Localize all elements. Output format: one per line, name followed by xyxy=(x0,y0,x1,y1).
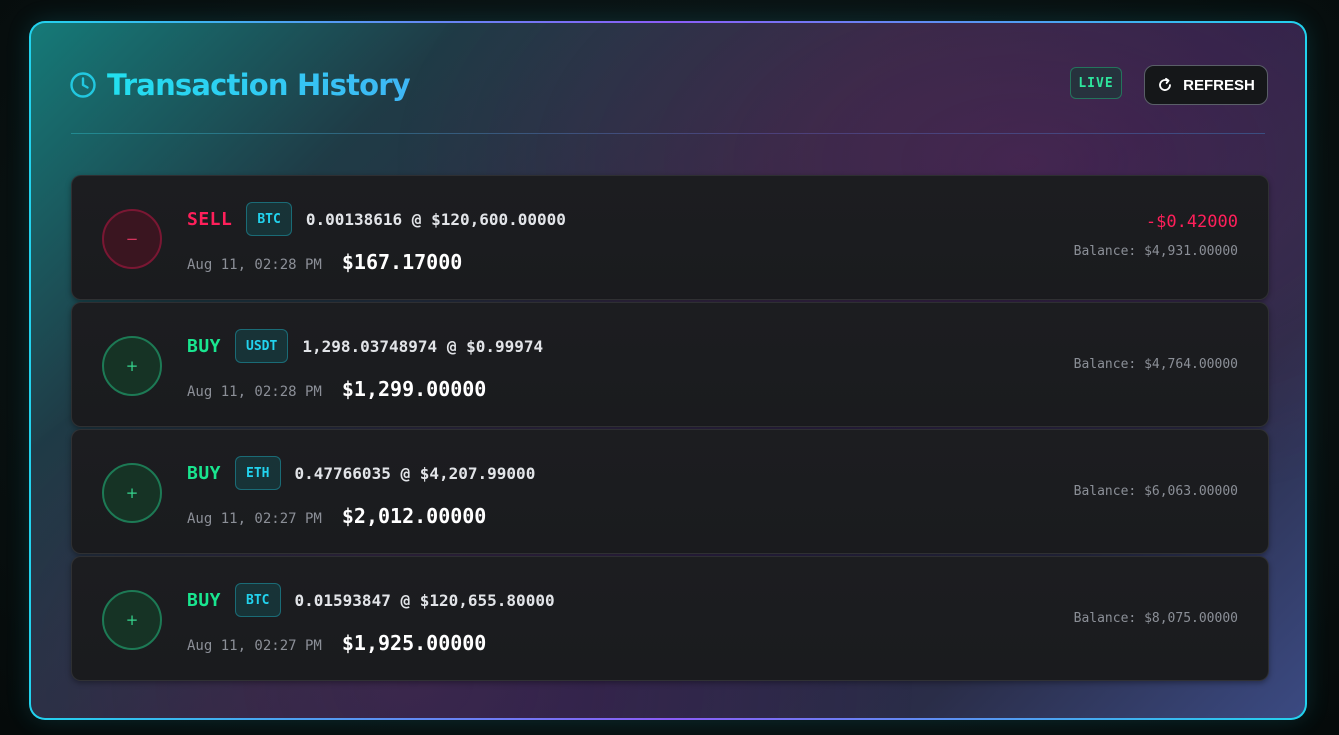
live-status-badge: LIVE xyxy=(1070,67,1122,99)
transaction-total: $167.17000 xyxy=(341,250,463,274)
transaction-time: Aug 11, 02:27 PM xyxy=(187,511,322,527)
minus-icon: − xyxy=(102,209,162,269)
transaction-list: − SELL BTC 0.00138616 @ $120,600.00000 A… xyxy=(71,175,1269,683)
asset-badge: BTC xyxy=(235,583,281,617)
clock-icon xyxy=(70,72,96,98)
title-group: Transaction History xyxy=(69,65,411,105)
panel-header: Transaction History LIVE REFRESH xyxy=(69,65,1268,105)
transaction-row[interactable]: + BUY ETH 0.47766035 @ $4,207.99000 Aug … xyxy=(71,429,1269,554)
plus-icon: + xyxy=(102,336,162,396)
transaction-side: SELL xyxy=(187,208,233,230)
transaction-row[interactable]: − SELL BTC 0.00138616 @ $120,600.00000 A… xyxy=(71,175,1269,300)
quantity-price: 1,298.03748974 @ $0.99974 xyxy=(302,336,544,356)
transaction-history-panel: Transaction History LIVE REFRESH − SELL … xyxy=(29,21,1307,720)
transaction-side: BUY xyxy=(187,335,222,357)
transaction-total: $1,925.00000 xyxy=(341,631,487,655)
quantity-price: 0.01593847 @ $120,655.80000 xyxy=(294,590,555,610)
transaction-total: $2,012.00000 xyxy=(341,504,487,528)
transaction-row[interactable]: + BUY USDT 1,298.03748974 @ $0.99974 Aug… xyxy=(71,302,1269,427)
transaction-row[interactable]: + BUY BTC 0.01593847 @ $120,655.80000 Au… xyxy=(71,556,1269,681)
plus-icon: + xyxy=(102,590,162,650)
plus-icon: + xyxy=(102,463,162,523)
transaction-side: BUY xyxy=(187,462,222,484)
header-divider xyxy=(71,133,1265,134)
asset-badge: ETH xyxy=(235,456,281,490)
balance-value: Balance: $8,075.00000 xyxy=(1073,611,1238,626)
balance-value: Balance: $4,764.00000 xyxy=(1073,357,1238,372)
transaction-time: Aug 11, 02:27 PM xyxy=(187,638,322,654)
refresh-icon xyxy=(1159,77,1172,91)
balance-value: Balance: $4,931.00000 xyxy=(1073,244,1238,259)
refresh-button-label: REFRESH xyxy=(1183,76,1255,94)
transaction-side: BUY xyxy=(187,589,222,611)
asset-badge: BTC xyxy=(246,202,292,236)
transaction-time: Aug 11, 02:28 PM xyxy=(187,257,322,273)
balance-value: Balance: $6,063.00000 xyxy=(1073,484,1238,499)
transaction-total: $1,299.00000 xyxy=(341,377,487,401)
quantity-price: 0.00138616 @ $120,600.00000 xyxy=(305,209,566,229)
refresh-button[interactable]: REFRESH xyxy=(1144,65,1268,105)
page-title: Transaction History xyxy=(107,68,411,102)
asset-badge: USDT xyxy=(235,329,289,363)
transaction-time: Aug 11, 02:28 PM xyxy=(187,384,322,400)
balance-change: -$0.42000 xyxy=(1145,212,1238,232)
quantity-price: 0.47766035 @ $4,207.99000 xyxy=(294,463,536,483)
